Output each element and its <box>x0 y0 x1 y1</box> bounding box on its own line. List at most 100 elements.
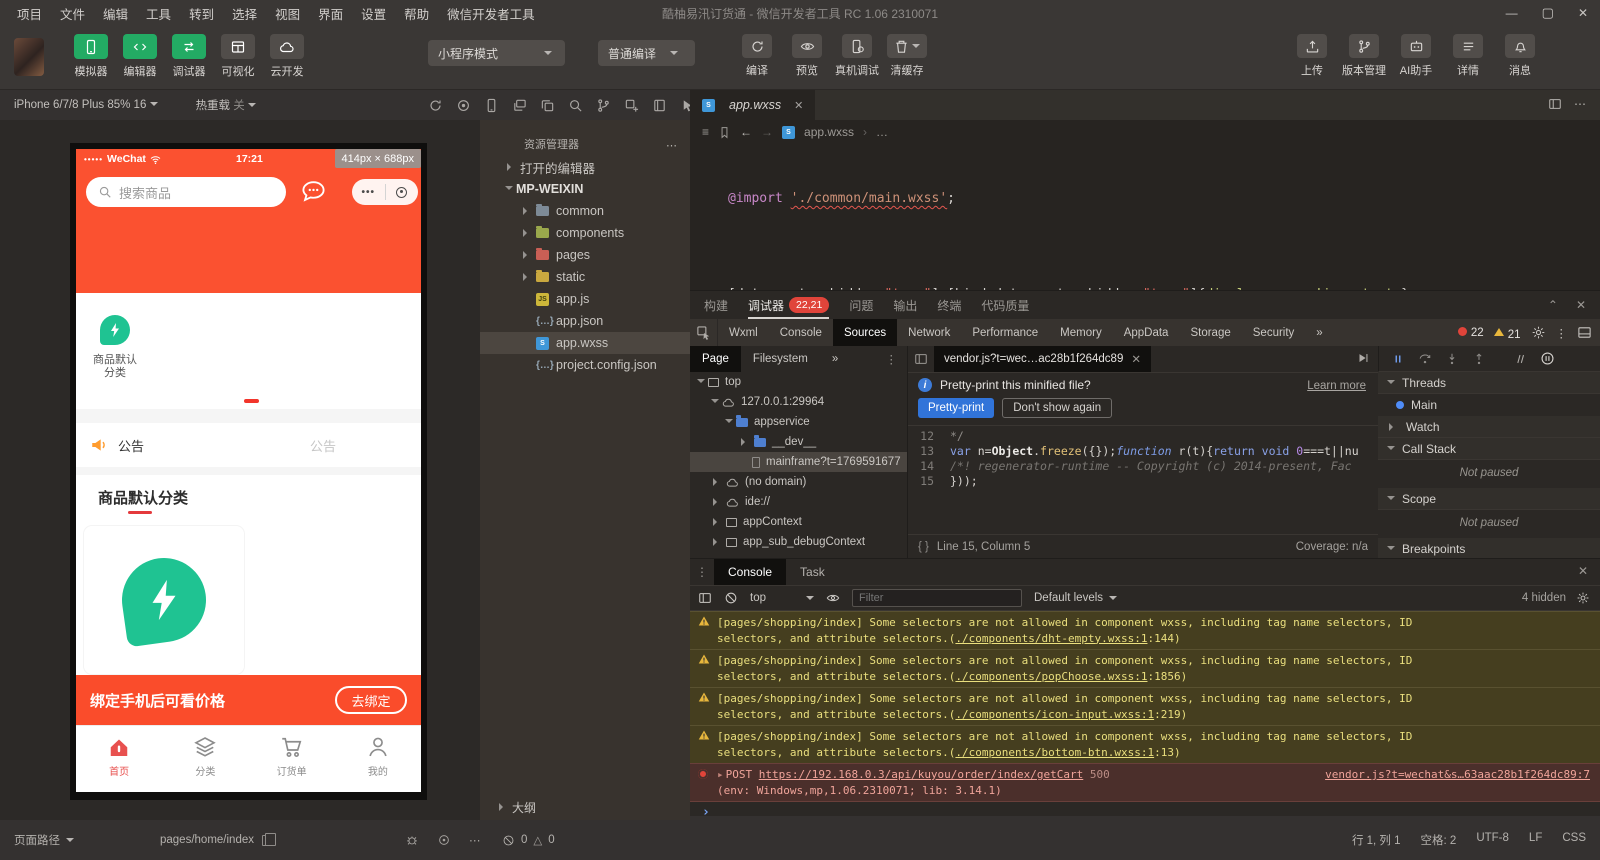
maximize-button[interactable]: ▢ <box>1542 5 1554 21</box>
copy-path-icon[interactable] <box>261 832 277 846</box>
multi-window-icon[interactable] <box>512 98 527 113</box>
section-threads[interactable]: Threads <box>1378 372 1600 394</box>
tree-appcontext[interactable]: appContext <box>690 512 907 532</box>
rotate-icon[interactable] <box>428 98 443 113</box>
tab-debugger[interactable]: 调试器 22,21 <box>748 291 830 319</box>
add-panel-icon[interactable] <box>624 98 639 113</box>
section-scope[interactable]: Scope <box>1378 488 1600 510</box>
file-app-js[interactable]: JS app.js <box>480 288 690 310</box>
zoom-icon[interactable] <box>568 98 583 113</box>
go-bind-button[interactable]: 去绑定 <box>335 686 407 714</box>
devtools-tabs-overflow[interactable]: » <box>1305 319 1333 346</box>
minimize-button[interactable]: — <box>1506 6 1518 20</box>
dont-show-again-button[interactable]: Don't show again <box>1002 398 1113 418</box>
tab-problems[interactable]: 问题 <box>849 291 873 319</box>
tree-no-domain[interactable]: (no domain) <box>690 472 907 492</box>
nav-forward-icon[interactable]: → <box>761 125 773 139</box>
menu-view[interactable]: 视图 <box>266 4 309 23</box>
folder-common[interactable]: common <box>480 200 690 222</box>
console-prompt[interactable]: › <box>690 802 1600 816</box>
devtools-tab-console[interactable]: Console <box>769 319 833 346</box>
tree-dev[interactable]: __dev__ <box>690 432 907 452</box>
menu-wechat-devtools[interactable]: 微信开发者工具 <box>438 4 544 23</box>
network-icon[interactable] <box>596 98 611 113</box>
compile-button[interactable]: 编译 <box>735 34 779 78</box>
menu-goto[interactable]: 转到 <box>180 4 223 23</box>
pause-on-exceptions-icon[interactable] <box>1540 351 1555 366</box>
pages-icon[interactable] <box>540 98 555 113</box>
category-shortcut[interactable]: 商品默认 分类 <box>84 315 146 380</box>
editor-more-icon[interactable]: ⋯ <box>1574 97 1586 111</box>
eol-status[interactable]: LF <box>1529 832 1542 848</box>
device-select[interactable]: iPhone 6/7/8 Plus 85% 16 <box>14 99 158 111</box>
search-input[interactable]: 搜索商品 <box>86 177 286 207</box>
folder-components[interactable]: components <box>480 222 690 244</box>
tree-appservice[interactable]: appservice <box>690 412 907 432</box>
vendor-js-tab[interactable]: vendor.js?t=wec…ac28b1f264dc89 ✕ <box>934 346 1151 372</box>
close-tab-icon[interactable]: ✕ <box>794 99 803 112</box>
sources-tabs-overflow[interactable]: » <box>820 346 850 372</box>
devtools-tab-security[interactable]: Security <box>1242 319 1306 346</box>
warning-count[interactable]: 21 <box>1493 325 1521 341</box>
section-call-stack[interactable]: Call Stack <box>1378 438 1600 460</box>
remote-debug-button[interactable]: 真机调试 <box>835 34 879 78</box>
debugger-toggle-button[interactable]: 调试器 <box>168 34 210 79</box>
bookmark-icon[interactable] <box>718 126 731 139</box>
menu-select[interactable]: 选择 <box>223 4 266 23</box>
tree-top[interactable]: top <box>690 372 907 392</box>
file-app-json[interactable]: {…} app.json <box>480 310 690 332</box>
cursor-position-status[interactable]: 行 1, 列 1 <box>1352 832 1401 848</box>
learn-more-link[interactable]: Learn more <box>1307 380 1366 392</box>
devtools-tab-storage[interactable]: Storage <box>1179 319 1241 346</box>
step-out-icon[interactable] <box>1472 352 1486 366</box>
encoding-status[interactable]: UTF-8 <box>1476 832 1509 848</box>
devtools-menu-icon[interactable]: ⋮ <box>1556 326 1568 340</box>
console-error[interactable]: ▸ POST https://192.168.0.3/api/kuyou/orde… <box>690 763 1600 802</box>
target-icon[interactable] <box>437 833 451 847</box>
pause-icon[interactable] <box>1391 352 1405 366</box>
details-button[interactable]: 详情 <box>1446 34 1490 78</box>
step-over-icon[interactable] <box>1418 352 1432 366</box>
devtools-settings-icon[interactable] <box>1531 325 1546 340</box>
capsule-close-button[interactable] <box>386 186 419 198</box>
split-editor-icon[interactable] <box>1548 97 1562 111</box>
console-warning[interactable]: [pages/shopping/index] Some selectors ar… <box>690 687 1600 725</box>
section-breakpoints[interactable]: Breakpoints <box>1378 538 1600 558</box>
cloud-dev-button[interactable]: 云开发 <box>266 34 308 79</box>
breadcrumb-more[interactable]: … <box>876 125 888 139</box>
devtools-tab-memory[interactable]: Memory <box>1049 319 1113 346</box>
breadcrumb-file[interactable]: app.wxss <box>804 125 854 139</box>
devtools-tab-appdata[interactable]: AppData <box>1113 319 1180 346</box>
tab-terminal[interactable]: 终端 <box>937 291 961 319</box>
statusbar-more-icon[interactable]: ⋯ <box>469 833 481 847</box>
record-icon[interactable] <box>456 98 471 113</box>
minified-source-code[interactable]: 12 */ 13 var n=Object.freeze({});function … <box>908 426 1378 489</box>
sources-tab-filesystem[interactable]: Filesystem <box>741 346 820 372</box>
outline-section[interactable]: 大纲 <box>480 796 690 818</box>
step-into-icon[interactable] <box>1445 352 1459 366</box>
file-project-config[interactable]: {…} project.config.json <box>480 354 690 376</box>
version-control-button[interactable]: 版本管理 <box>1342 34 1386 78</box>
menu-project[interactable]: 项目 <box>8 4 51 23</box>
section-watch[interactable]: Watch <box>1378 416 1600 438</box>
nav-back-icon[interactable]: ← <box>740 125 752 139</box>
thread-main[interactable]: Main <box>1378 394 1600 416</box>
close-button[interactable]: ✕ <box>1578 6 1588 20</box>
navigator-menu-icon[interactable]: ⋮ <box>886 352 898 366</box>
expand-icon[interactable]: ▸ <box>717 768 724 781</box>
filter-input[interactable] <box>852 589 1022 607</box>
menu-tools[interactable]: 工具 <box>137 4 180 23</box>
open-editors-row[interactable]: 打开的编辑器 <box>480 156 690 178</box>
menu-file[interactable]: 文件 <box>51 4 94 23</box>
devtools-tab-wxml[interactable]: Wxml <box>718 319 769 346</box>
inspect-element-icon[interactable] <box>690 319 718 346</box>
error-count[interactable]: 22 <box>1457 326 1484 339</box>
error-source-link[interactable]: vendor.js?t=wechat&s…63aac28b1f264dc89:7 <box>1325 767 1590 783</box>
console-tab[interactable]: Console <box>714 559 787 585</box>
language-status[interactable]: CSS <box>1562 832 1586 848</box>
dock-side-icon[interactable] <box>1577 325 1592 340</box>
tree-ide[interactable]: ide:// <box>690 492 907 512</box>
console-warning[interactable]: [pages/shopping/index] Some selectors ar… <box>690 649 1600 687</box>
hidden-count[interactable]: 4 hidden <box>1522 592 1566 604</box>
explorer-more-icon[interactable]: ⋯ <box>666 139 678 152</box>
